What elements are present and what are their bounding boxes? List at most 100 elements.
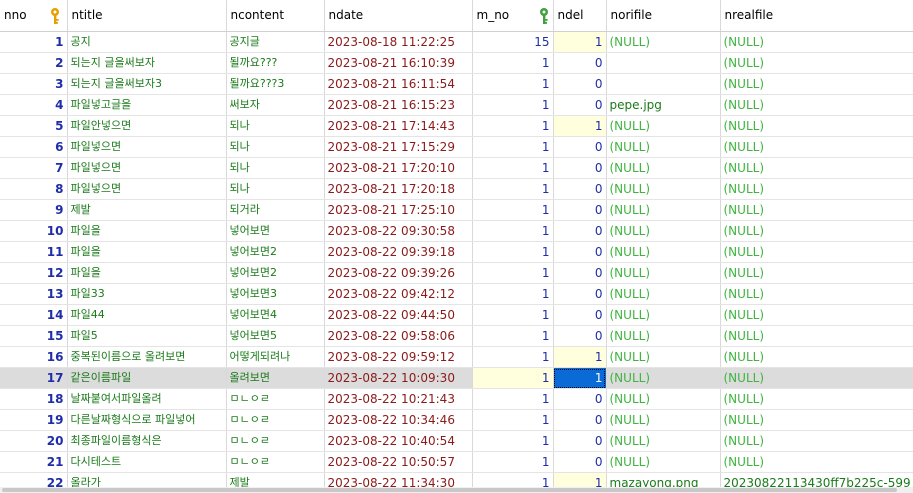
cell-ntitle[interactable]: 파일44: [67, 304, 227, 326]
cell-ndel[interactable]: 1: [553, 367, 607, 389]
table-row[interactable]: 13 파일33 넣어보면3 2023-08-22 09:42:12 1 0 (NULL) (N…: [0, 283, 913, 305]
cell-m-no[interactable]: 1: [472, 451, 554, 473]
cell-ntitle[interactable]: 되는지 글을써보자3: [67, 73, 227, 95]
cell-ncontent[interactable]: ㅁㄴㅇㄹ: [226, 409, 325, 431]
cell-nrealfile[interactable]: (NULL): [720, 451, 913, 473]
cell-norifile[interactable]: (NULL): [606, 157, 721, 179]
cell-m-no[interactable]: 1: [472, 409, 554, 431]
cell-m-no[interactable]: 1: [472, 388, 554, 410]
cell-nno[interactable]: 13: [0, 283, 68, 305]
cell-ndel[interactable]: 0: [553, 304, 607, 326]
cell-m-no[interactable]: 1: [472, 157, 554, 179]
cell-ncontent[interactable]: 넣어보면2: [226, 241, 325, 263]
cell-ncontent[interactable]: 넣어보면: [226, 220, 325, 242]
cell-ncontent[interactable]: ㅁㄴㅇㄹ: [226, 430, 325, 452]
cell-ncontent[interactable]: 되나: [226, 115, 325, 137]
cell-ndate[interactable]: 2023-08-21 17:15:29: [324, 136, 473, 158]
cell-nno[interactable]: 4: [0, 94, 68, 116]
cell-m-no[interactable]: 1: [472, 262, 554, 284]
cell-ncontent[interactable]: 될까요???3: [226, 73, 325, 95]
cell-norifile[interactable]: (NULL): [606, 220, 721, 242]
table-row[interactable]: 4 파일넣고글을 써보자 2023-08-21 16:15:23 1 0 pepe.jpg(…: [0, 94, 913, 116]
cell-ndate[interactable]: 2023-08-22 09:30:58: [324, 220, 473, 242]
cell-ndel[interactable]: 0: [553, 73, 607, 95]
cell-nno[interactable]: 8: [0, 178, 68, 200]
cell-nno[interactable]: 6: [0, 136, 68, 158]
cell-norifile[interactable]: [606, 73, 721, 95]
cell-m-no[interactable]: 1: [472, 199, 554, 221]
cell-ncontent[interactable]: 되나: [226, 136, 325, 158]
cell-nno[interactable]: 21: [0, 451, 68, 473]
cell-nrealfile[interactable]: (NULL): [720, 262, 913, 284]
cell-nno[interactable]: 9: [0, 199, 68, 221]
cell-ndel[interactable]: 0: [553, 157, 607, 179]
cell-nrealfile[interactable]: (NULL): [720, 94, 913, 116]
cell-nno[interactable]: 7: [0, 157, 68, 179]
cell-ndel[interactable]: 0: [553, 94, 607, 116]
cell-nrealfile[interactable]: (NULL): [720, 367, 913, 389]
scrollbar-thumb[interactable]: [2, 488, 897, 492]
table-row[interactable]: 3 되는지 글을써보자3 될까요???3 2023-08-21 16:11:54 1 0 (…: [0, 73, 913, 95]
cell-nrealfile[interactable]: (NULL): [720, 325, 913, 347]
table-row[interactable]: 12 파일을 넣어보면2 2023-08-22 09:39:26 1 0 (NULL) (NU…: [0, 262, 913, 284]
cell-m-no[interactable]: 1: [472, 241, 554, 263]
cell-nrealfile[interactable]: (NULL): [720, 388, 913, 410]
cell-norifile[interactable]: (NULL): [606, 346, 721, 368]
cell-nrealfile[interactable]: (NULL): [720, 31, 913, 53]
cell-ndate[interactable]: 2023-08-22 09:59:12: [324, 346, 473, 368]
cell-nrealfile[interactable]: (NULL): [720, 241, 913, 263]
cell-ndate[interactable]: 2023-08-21 17:20:18: [324, 178, 473, 200]
cell-ndel[interactable]: 1: [553, 115, 607, 137]
cell-ntitle[interactable]: 파일넣으면: [67, 136, 227, 158]
table-row[interactable]: 6 파일넣으면 되나 2023-08-21 17:15:29 1 0 (NULL) (NULL…: [0, 136, 913, 158]
cell-ncontent[interactable]: 써보자: [226, 94, 325, 116]
cell-nno[interactable]: 14: [0, 304, 68, 326]
cell-nrealfile[interactable]: (NULL): [720, 157, 913, 179]
cell-ndate[interactable]: 2023-08-22 10:50:57: [324, 451, 473, 473]
cell-ndel[interactable]: 0: [553, 388, 607, 410]
cell-norifile[interactable]: (NULL): [606, 367, 721, 389]
cell-ndel[interactable]: 0: [553, 136, 607, 158]
cell-ndate[interactable]: 2023-08-22 09:42:12: [324, 283, 473, 305]
cell-norifile[interactable]: (NULL): [606, 283, 721, 305]
table-row[interactable]: 5 파일안넣으면 되나 2023-08-21 17:14:43 1 1 (NULL) (NUL…: [0, 115, 913, 137]
cell-ntitle[interactable]: 같은이름파일: [67, 367, 227, 389]
cell-ndel[interactable]: 0: [553, 409, 607, 431]
cell-ncontent[interactable]: 넣어보면3: [226, 283, 325, 305]
cell-ncontent[interactable]: 넣어보면4: [226, 304, 325, 326]
cell-ntitle[interactable]: 최종파일이름형식은: [67, 430, 227, 452]
cell-ndel[interactable]: 0: [553, 283, 607, 305]
cell-m-no[interactable]: 1: [472, 430, 554, 452]
cell-m-no[interactable]: 1: [472, 73, 554, 95]
cell-ncontent[interactable]: 어떻게되려나: [226, 346, 325, 368]
cell-ndel[interactable]: 0: [553, 325, 607, 347]
cell-ndel[interactable]: 0: [553, 199, 607, 221]
table-row[interactable]: 1 공지 공지글 2023-08-18 11:22:25 15 1 (NULL) (NULL): [0, 31, 913, 53]
cell-norifile[interactable]: (NULL): [606, 430, 721, 452]
column-header-m-no[interactable]: m_no: [472, 0, 554, 32]
cell-m-no[interactable]: 1: [472, 52, 554, 74]
cell-nno[interactable]: 15: [0, 325, 68, 347]
cell-m-no[interactable]: 1: [472, 220, 554, 242]
cell-ntitle[interactable]: 파일33: [67, 283, 227, 305]
cell-nno[interactable]: 11: [0, 241, 68, 263]
cell-ndate[interactable]: 2023-08-18 11:22:25: [324, 31, 473, 53]
cell-norifile[interactable]: (NULL): [606, 262, 721, 284]
cell-ncontent[interactable]: 올려보면: [226, 367, 325, 389]
cell-ncontent[interactable]: 되나: [226, 178, 325, 200]
table-row[interactable]: 9 제발 되거라 2023-08-21 17:25:10 1 0 (NULL) (NULL): [0, 199, 913, 221]
cell-ntitle[interactable]: 제발: [67, 199, 227, 221]
cell-nrealfile[interactable]: (NULL): [720, 409, 913, 431]
cell-norifile[interactable]: (NULL): [606, 388, 721, 410]
cell-ncontent[interactable]: 넣어보면2: [226, 262, 325, 284]
cell-norifile[interactable]: (NULL): [606, 178, 721, 200]
cell-m-no[interactable]: 15: [472, 31, 554, 53]
cell-ndate[interactable]: 2023-08-22 10:21:43: [324, 388, 473, 410]
cell-ntitle[interactable]: 파일안넣으면: [67, 115, 227, 137]
cell-ndate[interactable]: 2023-08-22 09:39:26: [324, 262, 473, 284]
column-header-nrealfile[interactable]: nrealfile: [720, 0, 913, 32]
column-header-ntitle[interactable]: ntitle: [67, 0, 227, 32]
cell-ntitle[interactable]: 파일넣고글을: [67, 94, 227, 116]
cell-ncontent[interactable]: 넣어보면5: [226, 325, 325, 347]
column-header-ndate[interactable]: ndate: [324, 0, 473, 32]
